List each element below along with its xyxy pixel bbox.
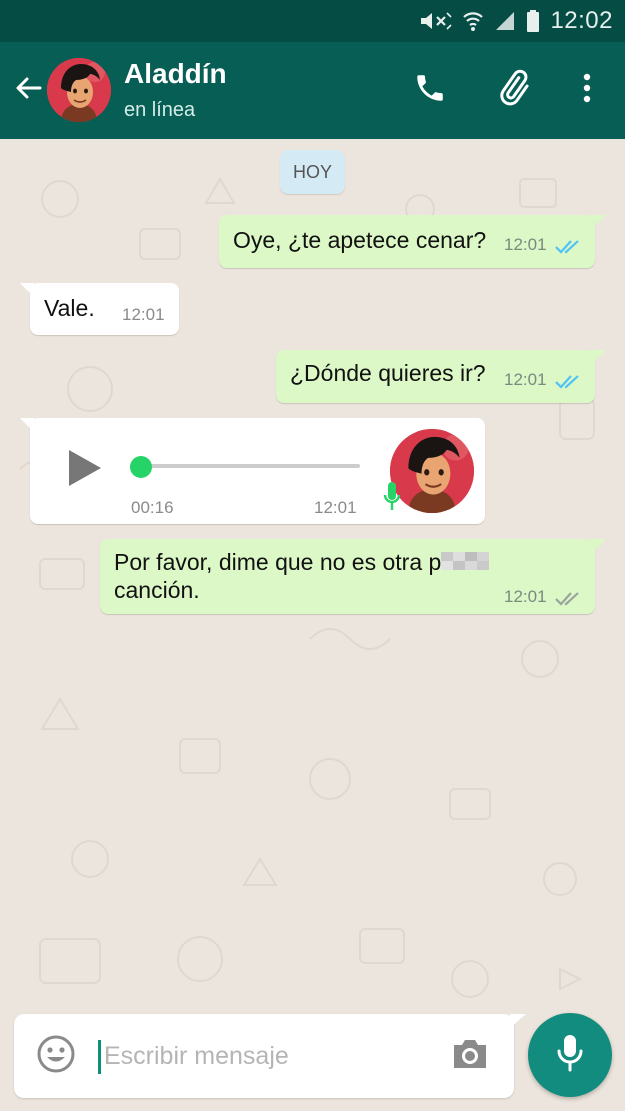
camera-icon [450, 1037, 490, 1076]
message-bubble-outgoing[interactable]: Oye, ¿te apetece cenar? 12:01 [219, 215, 595, 268]
camera-button[interactable] [448, 1036, 492, 1076]
message-time: 12:01 [314, 498, 357, 517]
message-composer [14, 1014, 514, 1098]
back-arrow-icon [13, 73, 43, 108]
avatar[interactable] [47, 58, 111, 122]
more-vert-icon [582, 72, 592, 109]
contact-status: en línea [124, 99, 196, 121]
message-input[interactable] [104, 1036, 434, 1076]
emoji-icon [36, 1034, 76, 1079]
composer-tail [510, 1014, 526, 1028]
censored-word-pixelation [441, 550, 491, 578]
read-ticks-icon [554, 235, 582, 262]
call-button[interactable] [410, 70, 450, 110]
text-cursor [98, 1040, 101, 1074]
message-text-line2: canción. [114, 577, 200, 603]
message-time: 12:01 [504, 235, 547, 254]
message-bubble-outgoing[interactable]: ¿Dónde quieres ir? 12:01 [276, 350, 595, 403]
message-text: Vale. [44, 295, 95, 321]
message-bubble-outgoing[interactable]: Por favor, dime que no es otra p canción… [100, 539, 595, 614]
chat-area[interactable]: HOY Oye, ¿te apetece cenar? 12:01 Vale. … [0, 139, 625, 1111]
voice-duration: 00:16 [131, 498, 174, 517]
mic-icon [555, 1033, 585, 1078]
date-chip: HOY [280, 150, 345, 194]
paperclip-icon [493, 68, 533, 113]
voice-sender-avatar [390, 429, 474, 513]
message-time: 12:01 [122, 305, 165, 324]
message-text: ¿Dónde quieres ir? [290, 360, 486, 386]
phone-icon [413, 71, 447, 110]
voice-progress-thumb[interactable] [130, 456, 152, 478]
status-bar: 12:02 [0, 0, 625, 42]
signal-icon [494, 10, 516, 32]
wifi-icon [462, 9, 484, 33]
voice-record-button[interactable] [528, 1013, 612, 1097]
delivered-ticks-icon [554, 587, 582, 614]
voice-message-bubble[interactable]: 00:16 12:01 [30, 418, 485, 524]
message-time: 12:01 [504, 370, 547, 389]
voice-progress-track[interactable] [140, 464, 360, 468]
battery-icon [526, 9, 540, 33]
more-options-button[interactable] [567, 70, 607, 110]
message-time: 12:01 [504, 587, 547, 606]
back-button[interactable] [10, 72, 46, 108]
attach-button[interactable] [493, 68, 533, 113]
contact-name[interactable]: Aladdín [124, 58, 227, 90]
message-text-line1: Por favor, dime que no es otra p [114, 549, 491, 578]
message-bubble-incoming[interactable]: Vale. 12:01 [30, 283, 179, 335]
status-time: 12:02 [550, 7, 613, 34]
play-icon [69, 450, 101, 486]
message-text: Oye, ¿te apetece cenar? [233, 227, 487, 253]
read-ticks-icon [554, 370, 582, 397]
voice-mic-icon [382, 480, 402, 520]
emoji-button[interactable] [36, 1034, 76, 1079]
mute-icon [418, 9, 453, 33]
chat-header: Aladdín en línea [0, 42, 625, 139]
play-button[interactable] [64, 448, 104, 494]
